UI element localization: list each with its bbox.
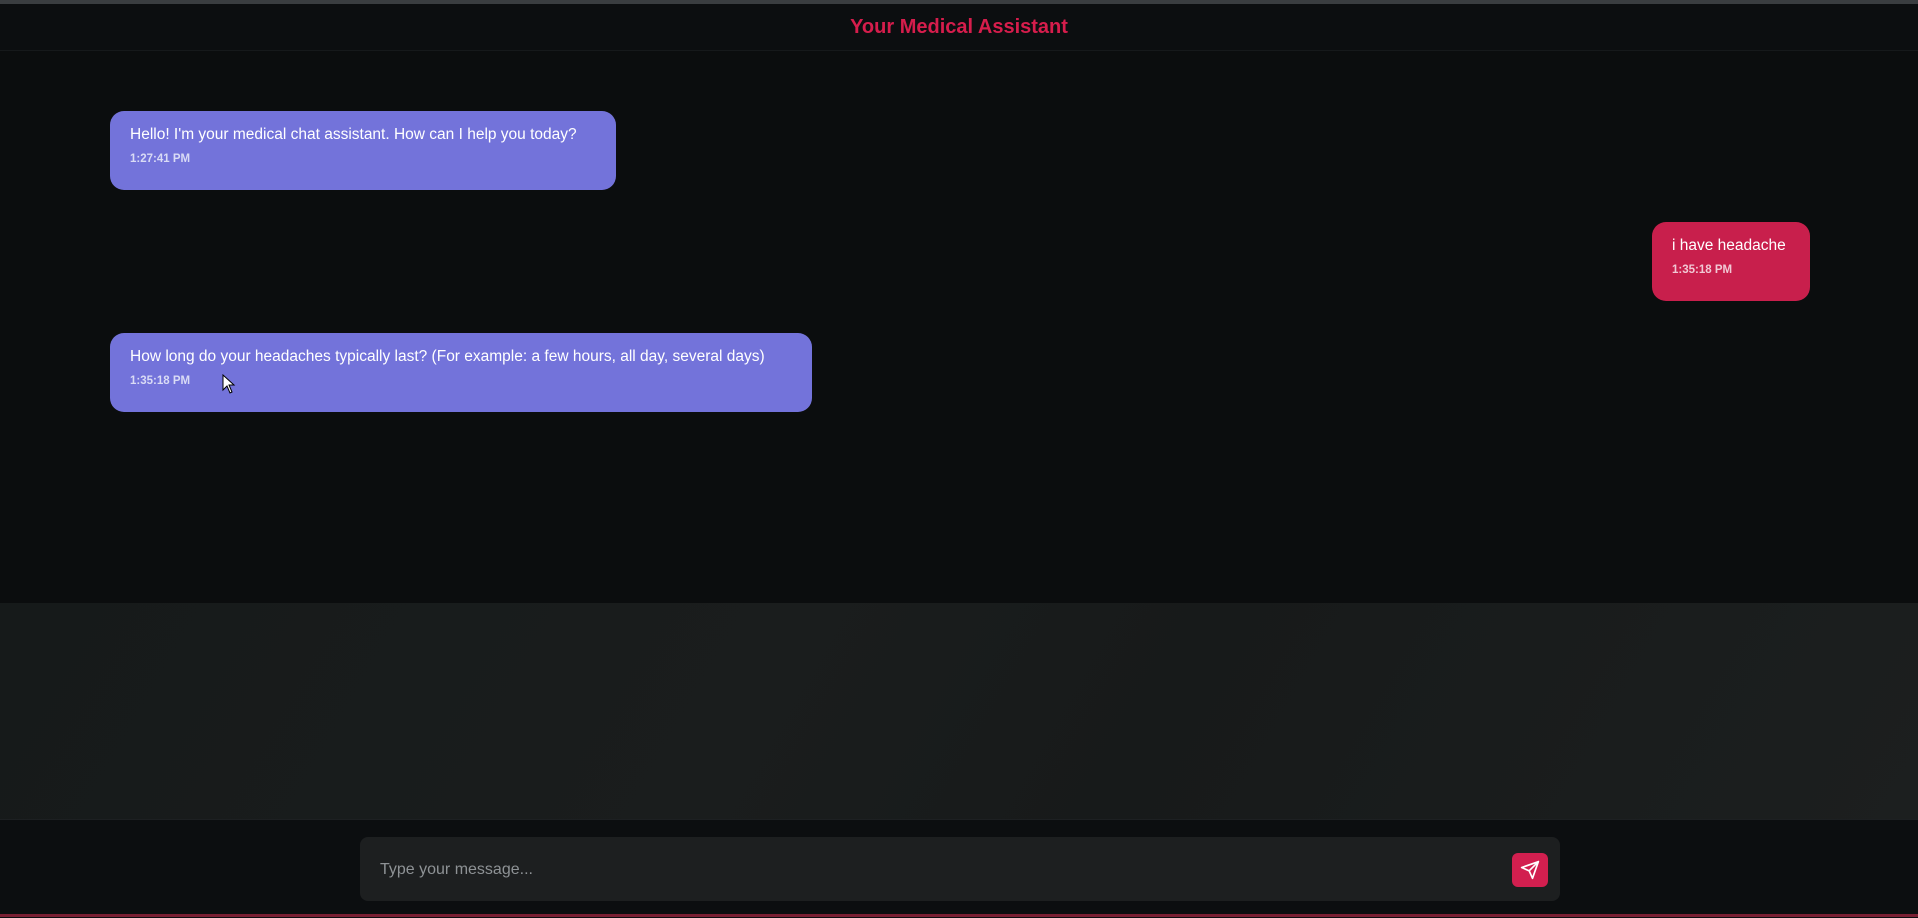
mouse-cursor-icon [222, 374, 236, 394]
send-button[interactable] [1512, 853, 1548, 887]
message-input-container [360, 837, 1560, 903]
composer-bar [0, 819, 1918, 918]
send-icon [1520, 860, 1540, 880]
message-text: Hello! I'm your medical chat assistant. … [130, 126, 577, 143]
message-timestamp: 1:27:41 PM [130, 153, 191, 165]
page-title: Your Medical Assistant [850, 15, 1068, 38]
user-message: i have headache 1:35:18 PM [1652, 222, 1810, 301]
bot-message: Hello! I'm your medical chat assistant. … [110, 111, 616, 190]
message-text: i have headache [1672, 237, 1786, 254]
chat-empty-area [0, 603, 1918, 819]
chat-messages-area[interactable]: Hello! I'm your medical chat assistant. … [0, 51, 1918, 603]
message-timestamp: 1:35:18 PM [1672, 264, 1733, 276]
app-header: Your Medical Assistant [0, 4, 1918, 51]
message-input[interactable] [378, 837, 1462, 903]
bot-message: How long do your headaches typically las… [110, 333, 812, 412]
message-text: How long do your headaches typically las… [130, 348, 765, 365]
